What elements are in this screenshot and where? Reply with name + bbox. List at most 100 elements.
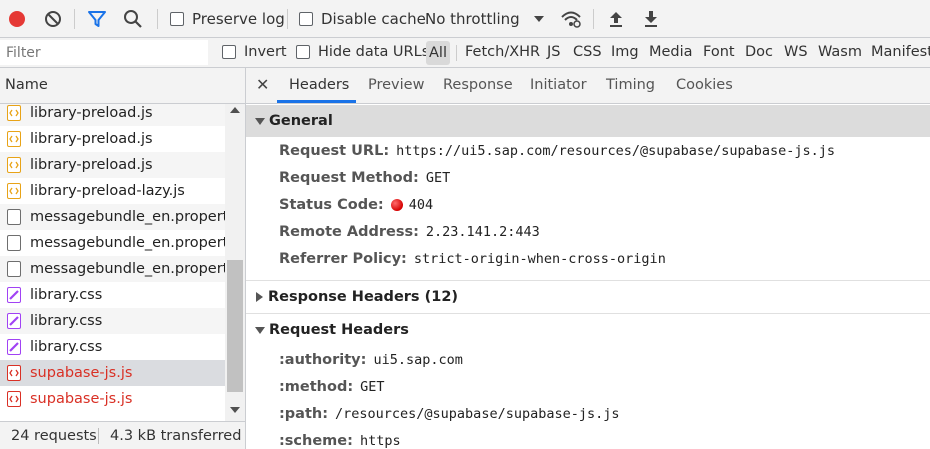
filter-manifest[interactable]: Manifest [871, 44, 930, 60]
js-error-icon [7, 391, 21, 407]
tab-cookies[interactable]: Cookies [676, 77, 733, 93]
filter-js[interactable]: JS [547, 44, 560, 60]
toolbar-divider [157, 9, 158, 29]
import-har-icon[interactable] [605, 8, 627, 30]
request-list-panel: Name library-preload.js library-preload.j… [0, 68, 246, 449]
remote-address-row: Remote Address: 2.23.141.2:443 [279, 224, 540, 240]
referrer-policy-key: Referrer Policy: [279, 251, 407, 267]
js-file-icon [7, 131, 21, 147]
response-headers-section-header[interactable]: Response Headers (12) [246, 281, 930, 313]
general-section-header[interactable]: General [246, 105, 930, 137]
active-tab-indicator [277, 100, 356, 103]
request-list-scrollbar[interactable] [225, 104, 245, 421]
invert-label[interactable]: Invert [244, 44, 287, 60]
disable-cache-checkbox[interactable] [299, 12, 313, 26]
request-row[interactable]: supabase-js.js [0, 386, 225, 412]
path-key: :path: [279, 406, 329, 422]
filter-doc[interactable]: Doc [745, 44, 773, 60]
remote-address-key: Remote Address: [279, 224, 419, 240]
filter-divider [456, 45, 457, 61]
request-row[interactable]: messagebundle_en.properties [0, 256, 225, 282]
record-icon[interactable] [6, 8, 28, 30]
js-file-icon [7, 157, 21, 173]
filter-bar: Invert Hide data URLs All Fetch/XHR JS C… [0, 38, 930, 68]
preserve-log-label[interactable]: Preserve log [192, 10, 285, 28]
status-error-icon [390, 199, 403, 211]
scroll-up-icon[interactable] [230, 107, 240, 113]
request-name: library-preload.js [30, 157, 153, 173]
filter-icon[interactable] [86, 8, 108, 30]
response-headers-title: Response Headers (12) [268, 289, 459, 305]
request-row[interactable]: library.css [0, 282, 225, 308]
request-row[interactable]: messagebundle_en.properties [0, 204, 225, 230]
method-value: GET [360, 379, 385, 395]
close-icon[interactable]: ✕ [256, 75, 269, 94]
method-header-row: :method: GET [279, 379, 385, 395]
status-code-row: Status Code: 404 [279, 197, 433, 213]
chevron-down-icon[interactable] [528, 8, 550, 30]
request-row[interactable]: library-preload-lazy.js [0, 178, 225, 204]
request-url-value: https://ui5.sap.com/resources/@supabase/… [396, 143, 836, 159]
tab-preview[interactable]: Preview [368, 77, 424, 93]
scheme-header-row: :scheme: https [279, 433, 401, 449]
js-file-icon [7, 183, 21, 199]
request-row[interactable]: library-preload.js [0, 152, 225, 178]
scheme-value: https [359, 433, 401, 449]
hide-data-urls-checkbox[interactable] [296, 45, 310, 59]
referrer-policy-row: Referrer Policy: strict-origin-when-cros… [279, 251, 666, 267]
tab-headers[interactable]: Headers [289, 77, 349, 93]
request-row[interactable]: library.css [0, 308, 225, 334]
export-har-icon[interactable] [640, 8, 662, 30]
filter-img[interactable]: Img [611, 44, 639, 60]
request-url-row: Request URL: https://ui5.sap.com/resourc… [279, 143, 835, 159]
tab-timing[interactable]: Timing [606, 77, 655, 93]
path-value: /resources/@supabase/supabase-js.js [335, 406, 620, 422]
filter-fetch-xhr[interactable]: Fetch/XHR [465, 44, 540, 60]
request-headers-section-header[interactable]: Request Headers [246, 314, 930, 346]
request-name: library.css [30, 287, 103, 303]
request-row[interactable]: supabase-js.js [0, 360, 225, 386]
request-url-key: Request URL: [279, 143, 390, 159]
name-column-header[interactable]: Name [0, 68, 245, 104]
filter-input[interactable] [0, 40, 208, 65]
filter-font[interactable]: Font [703, 44, 735, 60]
request-method-row: Request Method: GET [279, 170, 450, 186]
tab-initiator[interactable]: Initiator [530, 77, 587, 93]
filter-ws[interactable]: WS [784, 44, 808, 60]
hide-data-urls-label[interactable]: Hide data URLs [318, 44, 429, 60]
throttling-select[interactable]: No throttling [425, 10, 520, 28]
js-file-icon [7, 105, 21, 121]
request-name: library-preload-lazy.js [30, 183, 185, 199]
request-row[interactable]: library.css [0, 334, 225, 360]
status-code-value: 404 [408, 197, 434, 213]
request-row[interactable]: library-preload.js [0, 126, 225, 152]
request-count: 24 requests [11, 428, 97, 444]
clear-icon[interactable] [42, 8, 64, 30]
tab-response[interactable]: Response [443, 77, 513, 93]
preserve-log-checkbox[interactable] [170, 12, 184, 26]
document-icon [7, 235, 21, 251]
css-file-icon [7, 313, 21, 329]
disable-cache-label[interactable]: Disable cache [321, 10, 426, 28]
scroll-thumb[interactable] [227, 260, 243, 392]
scroll-down-icon[interactable] [230, 407, 240, 413]
request-row[interactable]: library-preload.js [0, 104, 225, 126]
search-icon[interactable] [122, 8, 144, 30]
expanded-triangle-icon [255, 326, 265, 334]
summary-bar: 24 requests 4.3 kB transferred [0, 421, 245, 449]
referrer-policy-value: strict-origin-when-cross-origin [413, 251, 666, 267]
request-method-key: Request Method: [279, 170, 419, 186]
network-conditions-icon[interactable] [560, 8, 582, 30]
remote-address-value: 2.23.141.2:443 [425, 224, 540, 240]
filter-all[interactable]: All [426, 41, 450, 65]
invert-checkbox[interactable] [222, 45, 236, 59]
request-name: library-preload.js [30, 131, 153, 147]
filter-css[interactable]: CSS [573, 44, 602, 60]
js-error-icon [7, 365, 21, 381]
request-row[interactable]: messagebundle_en.properties [0, 230, 225, 256]
request-headers-title: Request Headers [269, 322, 409, 338]
filter-wasm[interactable]: Wasm [818, 44, 862, 60]
css-file-icon [7, 339, 21, 355]
filter-media[interactable]: Media [649, 44, 693, 60]
request-name: supabase-js.js [30, 391, 133, 407]
